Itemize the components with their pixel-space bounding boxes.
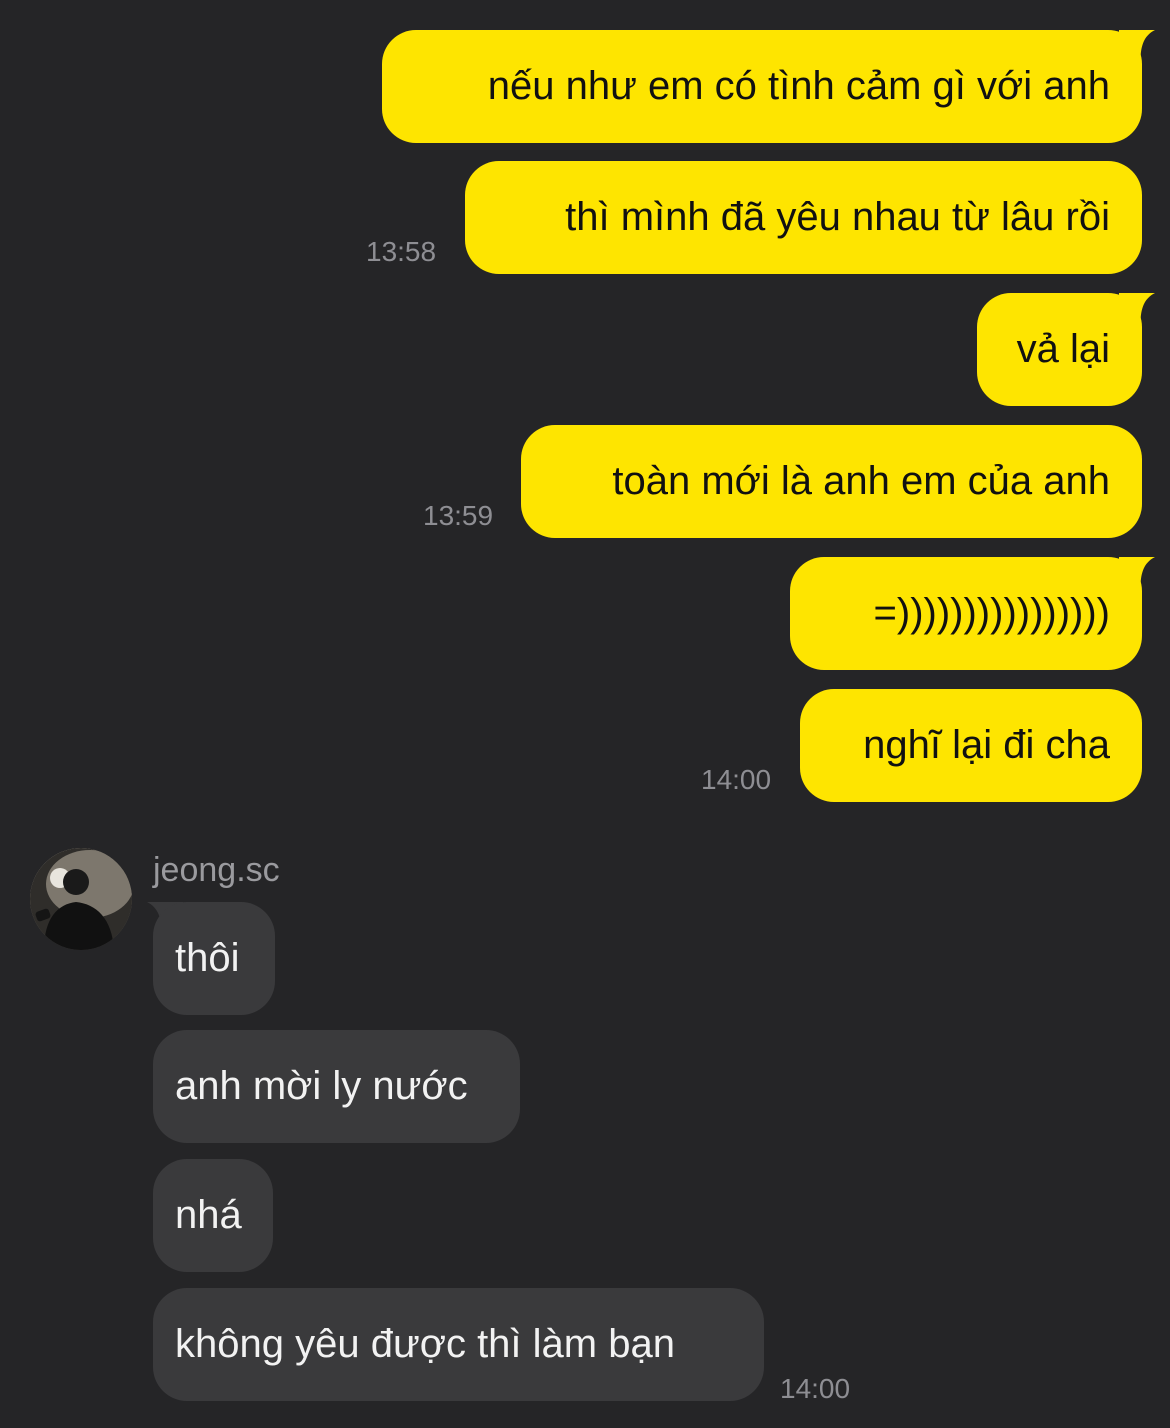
message-text: không yêu được thì làm bạn: [175, 1322, 675, 1366]
incoming-message[interactable]: không yêu được thì làm bạn: [153, 1288, 764, 1401]
message-text: anh mời ly nước: [175, 1064, 468, 1108]
message-timestamp: 14:00: [780, 1373, 851, 1404]
outgoing-message[interactable]: vả lại: [977, 293, 1142, 406]
outgoing-message[interactable]: =)))))))))))))))): [790, 557, 1142, 670]
sender-avatar[interactable]: [30, 848, 132, 950]
message-text: thì mình đã yêu nhau từ lâu rồi: [565, 195, 1110, 239]
message-timestamp: 14:00: [701, 764, 772, 795]
chat-view: nếu như em có tình cảm gì với anh thì mì…: [0, 0, 1170, 1428]
message-text: nhá: [175, 1193, 242, 1237]
message-text: thôi: [175, 936, 240, 980]
message-text: vả lại: [1016, 327, 1110, 371]
outgoing-message[interactable]: toàn mới là anh em của anh: [521, 425, 1142, 538]
message-text: toàn mới là anh em của anh: [612, 459, 1110, 503]
outgoing-message[interactable]: nghĩ lại đi cha: [800, 689, 1142, 802]
message-text: nếu như em có tình cảm gì với anh: [487, 64, 1110, 108]
outgoing-message[interactable]: nếu như em có tình cảm gì với anh: [382, 30, 1142, 143]
message-timestamp: 13:59: [423, 500, 494, 531]
message-text: nghĩ lại đi cha: [863, 723, 1110, 767]
sender-name: jeong.sc: [153, 851, 280, 889]
incoming-message[interactable]: nhá: [153, 1159, 273, 1272]
message-timestamp: 13:58: [366, 236, 437, 267]
avatar-photo: [30, 848, 132, 950]
incoming-message[interactable]: thôi: [153, 902, 275, 1015]
message-text: =)))))))))))))))): [873, 591, 1110, 635]
incoming-message[interactable]: anh mời ly nước: [153, 1030, 520, 1143]
outgoing-message[interactable]: thì mình đã yêu nhau từ lâu rồi: [465, 161, 1142, 274]
